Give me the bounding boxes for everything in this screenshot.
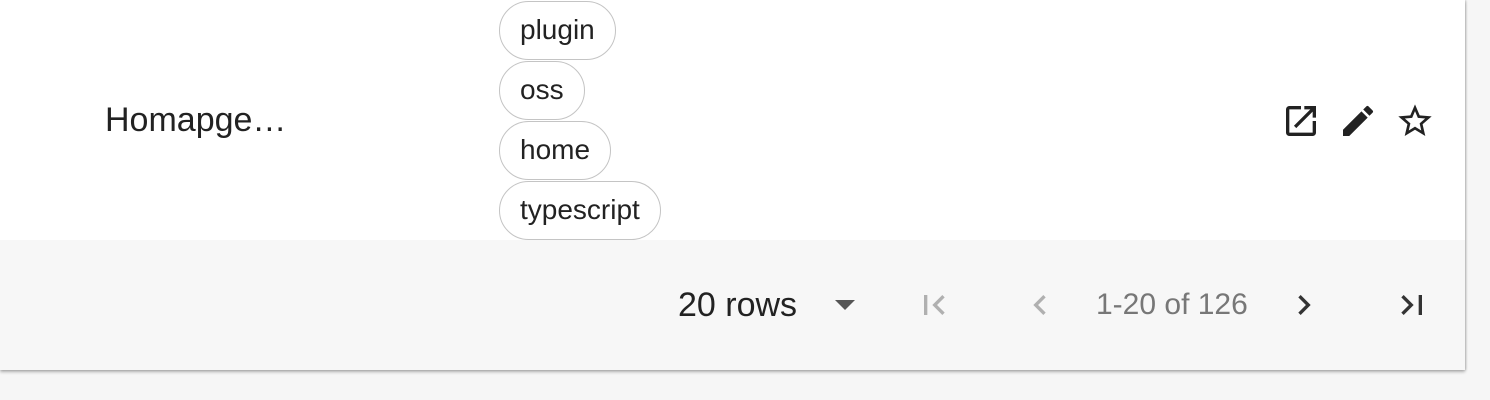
first-page-button[interactable] xyxy=(912,283,956,327)
favorite-button[interactable] xyxy=(1394,100,1436,142)
last-page-icon xyxy=(1401,295,1422,315)
chevron-right-icon xyxy=(1298,295,1311,315)
row-actions xyxy=(1280,100,1436,142)
edit-pencil-icon xyxy=(1343,105,1374,136)
open-in-new-icon xyxy=(1286,106,1316,136)
tag-chip-oss[interactable]: oss xyxy=(499,61,585,120)
rows-per-page-value: 20 rows xyxy=(678,286,798,324)
pagination-bar: 20 rows 1-20 of 126 xyxy=(0,240,1465,370)
tag-chip-plugin[interactable]: plugin xyxy=(499,1,616,60)
last-page-button[interactable] xyxy=(1390,283,1434,327)
edit-button[interactable] xyxy=(1337,100,1379,142)
tag-list: plugin oss home typescript xyxy=(499,1,661,241)
table-card: Homapge… plugin oss home typescript 20 r… xyxy=(0,0,1465,370)
chevron-left-icon xyxy=(1033,295,1046,315)
row-title[interactable]: Homapge… xyxy=(105,98,286,142)
open-link-button[interactable] xyxy=(1280,100,1322,142)
caret-down-icon xyxy=(835,300,856,310)
tag-chip-home[interactable]: home xyxy=(499,121,612,180)
rows-per-page-select[interactable]: 20 rows xyxy=(678,280,856,330)
tag-chip-typescript[interactable]: typescript xyxy=(499,181,661,240)
table-row: Homapge… plugin oss home typescript xyxy=(0,0,1465,240)
page-range-status: 1-20 of 126 xyxy=(1096,288,1248,321)
previous-page-button[interactable] xyxy=(1018,283,1062,327)
next-page-button[interactable] xyxy=(1282,283,1326,327)
first-page-icon xyxy=(924,295,945,315)
star-outline-icon xyxy=(1398,104,1432,136)
